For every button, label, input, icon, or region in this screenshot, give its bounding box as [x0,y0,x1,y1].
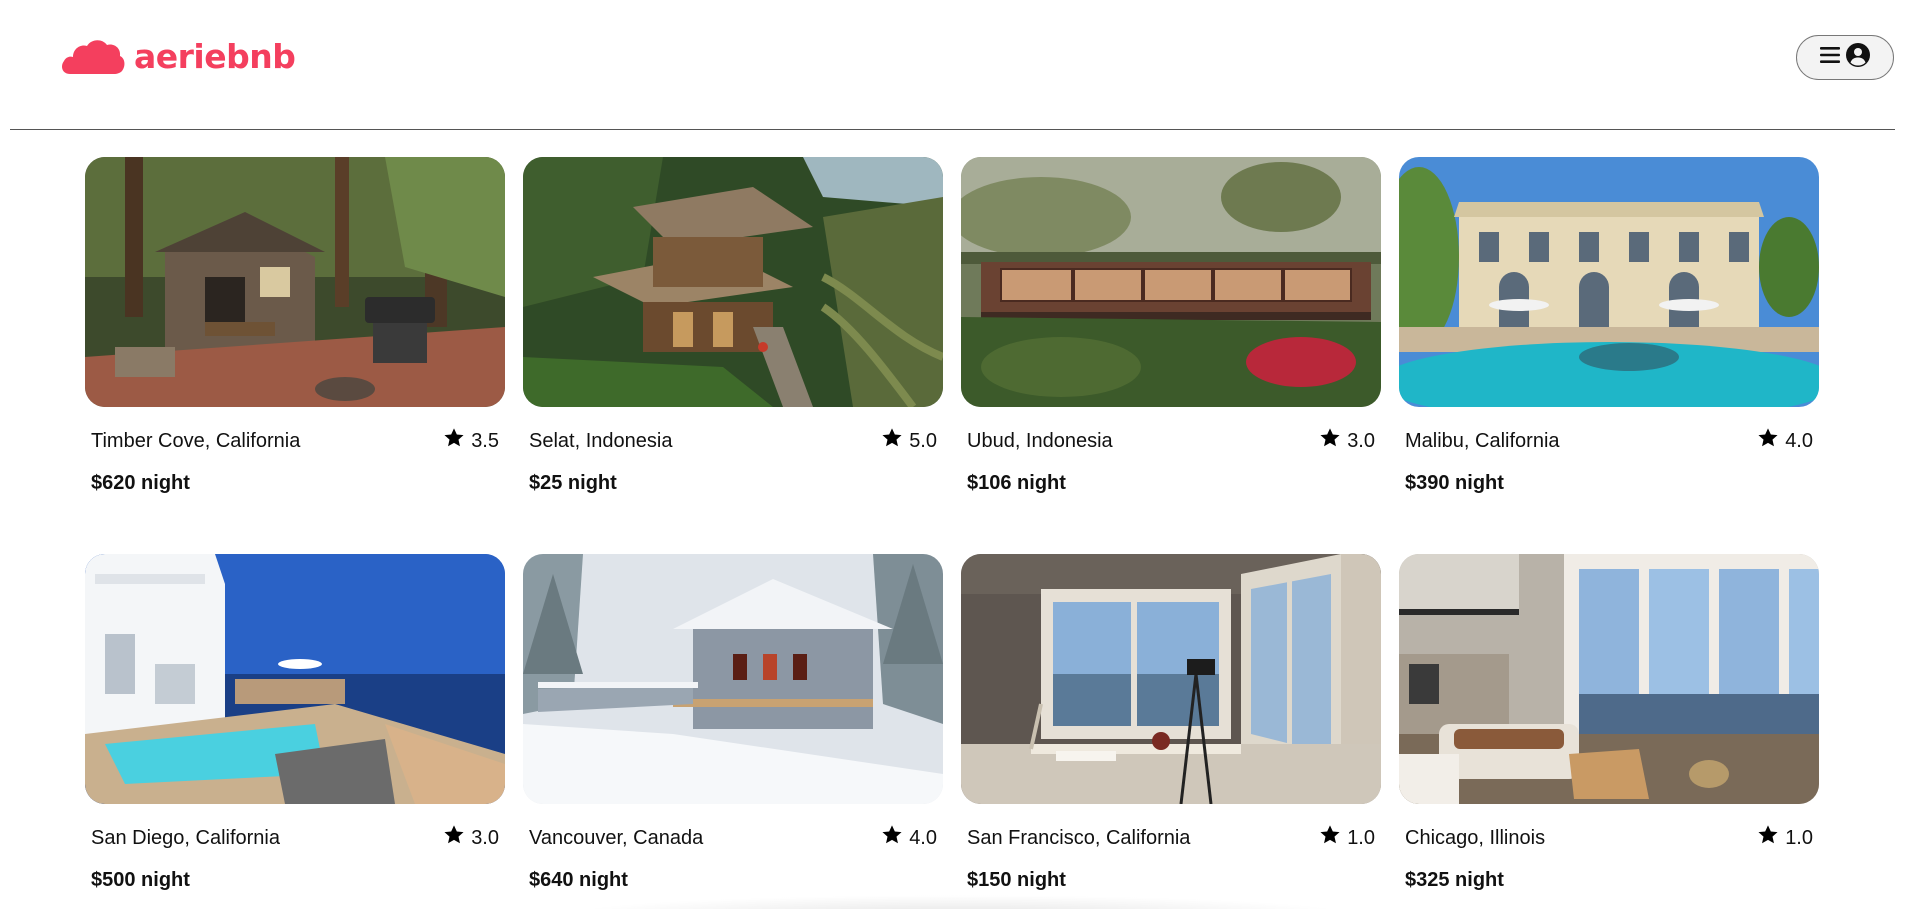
listing-location: Selat, Indonesia [529,429,673,452]
listing-price: $640 night [529,869,628,891]
cloud-logo-icon [60,36,126,76]
listing-rating: 1.0 [1319,824,1375,852]
rating-value: 3.0 [471,826,499,849]
star-icon [1757,427,1779,455]
listing-price: $390 night [1405,472,1504,494]
listing-card[interactable]: San Francisco, California 1.0 $150 night [961,554,1381,909]
rating-value: 3.0 [1347,429,1375,452]
listing-info-row: Chicago, Illinois 1.0 [1399,824,1819,852]
listing-photo[interactable] [961,157,1381,407]
listing-photo[interactable] [1399,554,1819,804]
listing-photo[interactable] [85,157,505,407]
hamburger-icon [1820,46,1840,69]
rating-value: 5.0 [909,429,937,452]
user-menu-button[interactable] [1796,35,1894,80]
star-icon [881,824,903,852]
top-header: aeriebnb [0,0,1905,130]
listing-photo[interactable] [1399,157,1819,407]
rating-value: 4.0 [1785,429,1813,452]
listing-price: $325 night [1405,869,1504,891]
rating-value: 1.0 [1785,826,1813,849]
listing-rating: 4.0 [1757,427,1813,455]
listing-rating: 3.5 [443,427,499,455]
star-icon [443,824,465,852]
listing-info-row: Timber Cove, California 3.5 [85,427,505,455]
listing-location: Vancouver, Canada [529,826,704,849]
listing-card[interactable]: Ubud, Indonesia 3.0 $106 night [961,157,1381,554]
listing-price: $500 night [91,869,190,891]
brand-name: aeriebnb [134,36,296,76]
listing-location: San Diego, California [91,826,280,849]
listing-card[interactable]: Selat, Indonesia 5.0 $25 night [523,157,943,554]
star-icon [1757,824,1779,852]
listing-location: Malibu, California [1405,429,1560,452]
listing-card[interactable]: Timber Cove, California 3.5 $620 night [85,157,505,554]
listing-rating: 3.0 [1319,427,1375,455]
listing-location: Timber Cove, California [91,429,301,452]
listing-photo[interactable] [523,157,943,407]
rating-value: 4.0 [909,826,937,849]
listing-price: $25 night [529,472,617,494]
user-avatar-icon [1846,43,1870,72]
star-icon [881,427,903,455]
listing-location: San Francisco, California [967,826,1191,849]
listing-photo[interactable] [523,554,943,804]
listing-photo[interactable] [961,554,1381,804]
listing-location: Ubud, Indonesia [967,429,1113,452]
listing-rating: 1.0 [1757,824,1813,852]
rating-value: 3.5 [471,429,499,452]
star-icon [1319,824,1341,852]
listing-info-row: San Francisco, California 1.0 [961,824,1381,852]
listings-grid: Timber Cove, California 3.5 $620 night S… [85,157,1821,909]
listing-info-row: Selat, Indonesia 5.0 [523,427,943,455]
listing-price: $620 night [91,472,190,494]
listing-card[interactable]: San Diego, California 3.0 $500 night [85,554,505,909]
listing-card[interactable]: Vancouver, Canada 4.0 $640 night [523,554,943,909]
brand-logo[interactable]: aeriebnb [60,36,296,76]
listing-rating: 3.0 [443,824,499,852]
listing-photo[interactable] [85,554,505,804]
page: aeriebnb Timber Cove, California 3.5 $62… [0,0,1905,909]
star-icon [443,427,465,455]
listing-price: $150 night [967,869,1066,891]
listing-info-row: Vancouver, Canada 4.0 [523,824,943,852]
listing-info-row: Malibu, California 4.0 [1399,427,1819,455]
header-divider [10,129,1895,130]
listing-info-row: San Diego, California 3.0 [85,824,505,852]
listing-price: $106 night [967,472,1066,494]
listing-info-row: Ubud, Indonesia 3.0 [961,427,1381,455]
listing-card[interactable]: Malibu, California 4.0 $390 night [1399,157,1819,554]
listing-rating: 4.0 [881,824,937,852]
rating-value: 1.0 [1347,826,1375,849]
listing-rating: 5.0 [881,427,937,455]
listing-location: Chicago, Illinois [1405,826,1546,849]
listing-card[interactable]: Chicago, Illinois 1.0 $325 night [1399,554,1819,909]
star-icon [1319,427,1341,455]
